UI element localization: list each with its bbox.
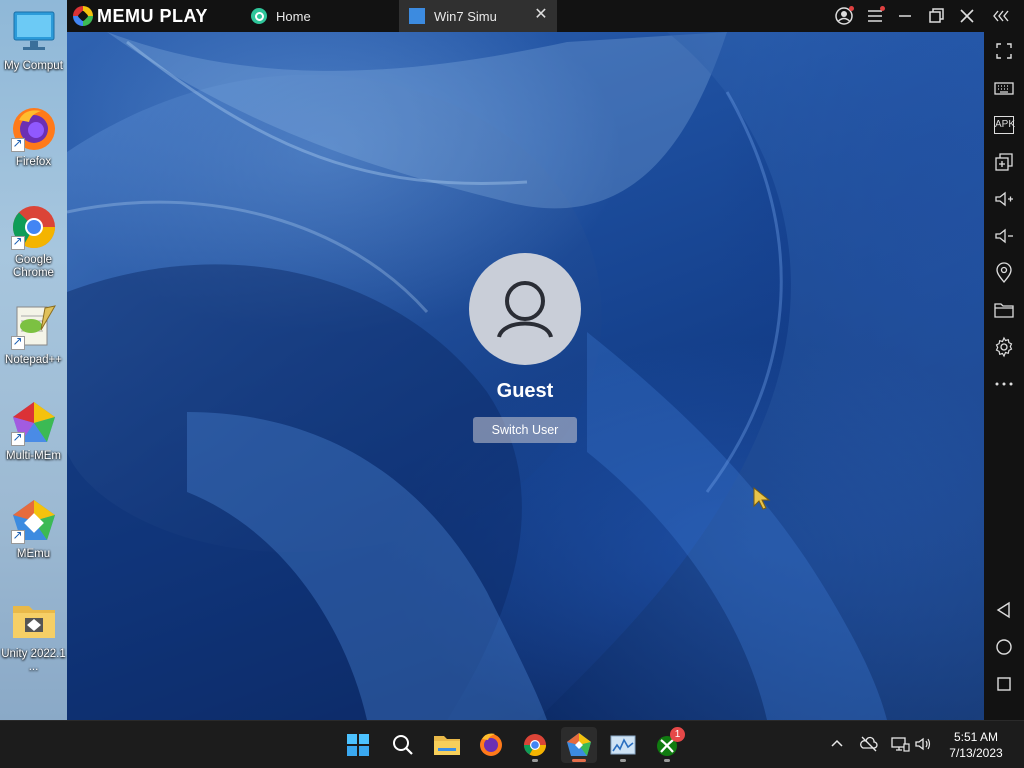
- collapse-sidebar-icon[interactable]: [990, 5, 1012, 27]
- close-tab-icon[interactable]: ✕: [533, 7, 549, 23]
- multi-memu-icon: [10, 400, 57, 446]
- volume-up-icon[interactable]: [992, 187, 1016, 211]
- memu-logo-text: MEMU PLAY: [97, 5, 208, 26]
- memu-icon: [567, 733, 591, 756]
- memu-taskbar-button[interactable]: [561, 727, 597, 763]
- desktop-icon-label: Google Chrome: [13, 254, 54, 279]
- memu-titlebar: MEMU PLAY Home Win7 Simu ✕: [67, 0, 1024, 32]
- fullscreen-icon[interactable]: [992, 39, 1016, 63]
- memu-icon: [10, 498, 57, 544]
- running-indicator: [620, 759, 626, 762]
- volume-icon[interactable]: [912, 733, 934, 755]
- shortcut-arrow-icon: [10, 234, 25, 250]
- wallpaper-bloom: [67, 32, 984, 720]
- desktop-icon-label: Unity 2022.1 ...: [1, 648, 66, 673]
- windows-taskbar: 1 5:51 AM 7/13/2023: [0, 720, 1024, 768]
- user-avatar: [469, 253, 581, 365]
- file-explorer-icon: [434, 736, 460, 755]
- firefox-taskbar-button[interactable]: [473, 727, 509, 763]
- task-manager-taskbar-button[interactable]: [605, 727, 641, 763]
- memu-logo-icon: [73, 6, 93, 26]
- task-manager-icon: [610, 735, 636, 755]
- firefox-icon: [10, 106, 57, 152]
- memu-window: MEMU PLAY Home Win7 Simu ✕ Guest Switch …: [67, 0, 1024, 720]
- home-app-icon: [251, 8, 267, 24]
- running-indicator: [532, 759, 538, 762]
- running-indicator: [572, 759, 586, 762]
- memu-logo: MEMU PLAY: [73, 6, 208, 26]
- notepad-plus-plus-icon: [10, 304, 57, 350]
- close-icon[interactable]: [956, 5, 978, 27]
- desktop-icon-label: Firefox: [15, 156, 52, 168]
- onedrive-offline-icon[interactable]: [858, 733, 880, 755]
- emulator-screen[interactable]: Guest Switch User: [67, 32, 984, 720]
- volume-down-icon[interactable]: [992, 224, 1016, 248]
- tab-label: Home: [276, 8, 311, 24]
- apk-icon[interactable]: APK: [994, 116, 1015, 134]
- notification-badge: 1: [670, 727, 685, 742]
- shortcut-arrow-icon: [10, 430, 25, 446]
- chrome-icon: [524, 734, 546, 756]
- tab-home[interactable]: Home: [247, 0, 397, 32]
- clock-time: 5:51 AM: [953, 730, 999, 744]
- chrome-taskbar-button[interactable]: [517, 727, 553, 763]
- desktop-icon-label: MEmu: [16, 548, 51, 560]
- folder-icon[interactable]: [992, 298, 1016, 322]
- running-indicator: [664, 759, 670, 762]
- desktop-icon-multi-memu[interactable]: Multi-MEm: [0, 400, 67, 463]
- desktop-icon-label: My Comput: [4, 60, 63, 72]
- shortcut-arrow-icon: [10, 136, 25, 152]
- shortcut-arrow-icon: [10, 528, 25, 544]
- user-icon: [497, 281, 553, 338]
- folder-icon: [11, 598, 57, 644]
- desktop-icon-chrome[interactable]: Google Chrome: [0, 204, 67, 280]
- computer-icon: [11, 10, 57, 56]
- start-button[interactable]: [340, 727, 376, 763]
- restore-icon[interactable]: [925, 5, 947, 27]
- start-icon: [347, 734, 369, 756]
- memu-right-toolbar: APK: [984, 32, 1024, 720]
- shortcut-arrow-icon: [10, 334, 25, 350]
- desktop-icon-memu[interactable]: MEmu: [0, 498, 67, 561]
- desktop-icon-unity-folder[interactable]: Unity 2022.1 ...: [0, 598, 67, 674]
- firefox-icon: [480, 733, 502, 756]
- username-label: Guest: [496, 380, 554, 402]
- account-icon[interactable]: [833, 5, 855, 27]
- desktop-icon-my-computer[interactable]: My Comput: [0, 10, 67, 73]
- minimize-icon[interactable]: [894, 5, 916, 27]
- multi-window-icon[interactable]: [992, 150, 1016, 174]
- desktop: My Comput Firefox Google Chrome Notepad+…: [0, 0, 67, 720]
- keyboard-icon[interactable]: [992, 76, 1016, 100]
- desktop-icon-label: Multi-MEm: [6, 450, 61, 462]
- location-icon[interactable]: [992, 261, 1016, 285]
- switch-user-button[interactable]: Switch User: [473, 417, 577, 443]
- win7-simu-icon: [409, 8, 425, 24]
- search-button[interactable]: [385, 727, 421, 763]
- settings-icon[interactable]: [992, 335, 1016, 359]
- tab-label: Win7 Simu: [434, 8, 497, 24]
- taskbar-clock[interactable]: 5:51 AM 7/13/2023: [936, 729, 1016, 761]
- recents-icon[interactable]: [992, 672, 1016, 696]
- desktop-icon-label: Notepad++: [5, 354, 62, 366]
- tab-win7-simu[interactable]: Win7 Simu ✕: [399, 0, 557, 32]
- xbox-taskbar-button[interactable]: 1: [649, 727, 685, 763]
- more-icon[interactable]: [992, 372, 1016, 396]
- network-icon[interactable]: [889, 733, 911, 755]
- back-icon[interactable]: [992, 598, 1016, 622]
- desktop-icon-notepad-plus-plus[interactable]: Notepad++: [0, 304, 67, 367]
- desktop-icon-firefox[interactable]: Firefox: [0, 106, 67, 169]
- mouse-cursor-icon: [753, 487, 771, 510]
- clock-date: 7/13/2023: [949, 746, 1003, 760]
- show-hidden-icons-chevron-icon[interactable]: [826, 733, 848, 755]
- home-icon[interactable]: [992, 635, 1016, 659]
- file-explorer-button[interactable]: [429, 727, 465, 763]
- search-icon: [393, 735, 413, 755]
- menu-icon[interactable]: [864, 5, 886, 27]
- chrome-icon: [10, 204, 57, 250]
